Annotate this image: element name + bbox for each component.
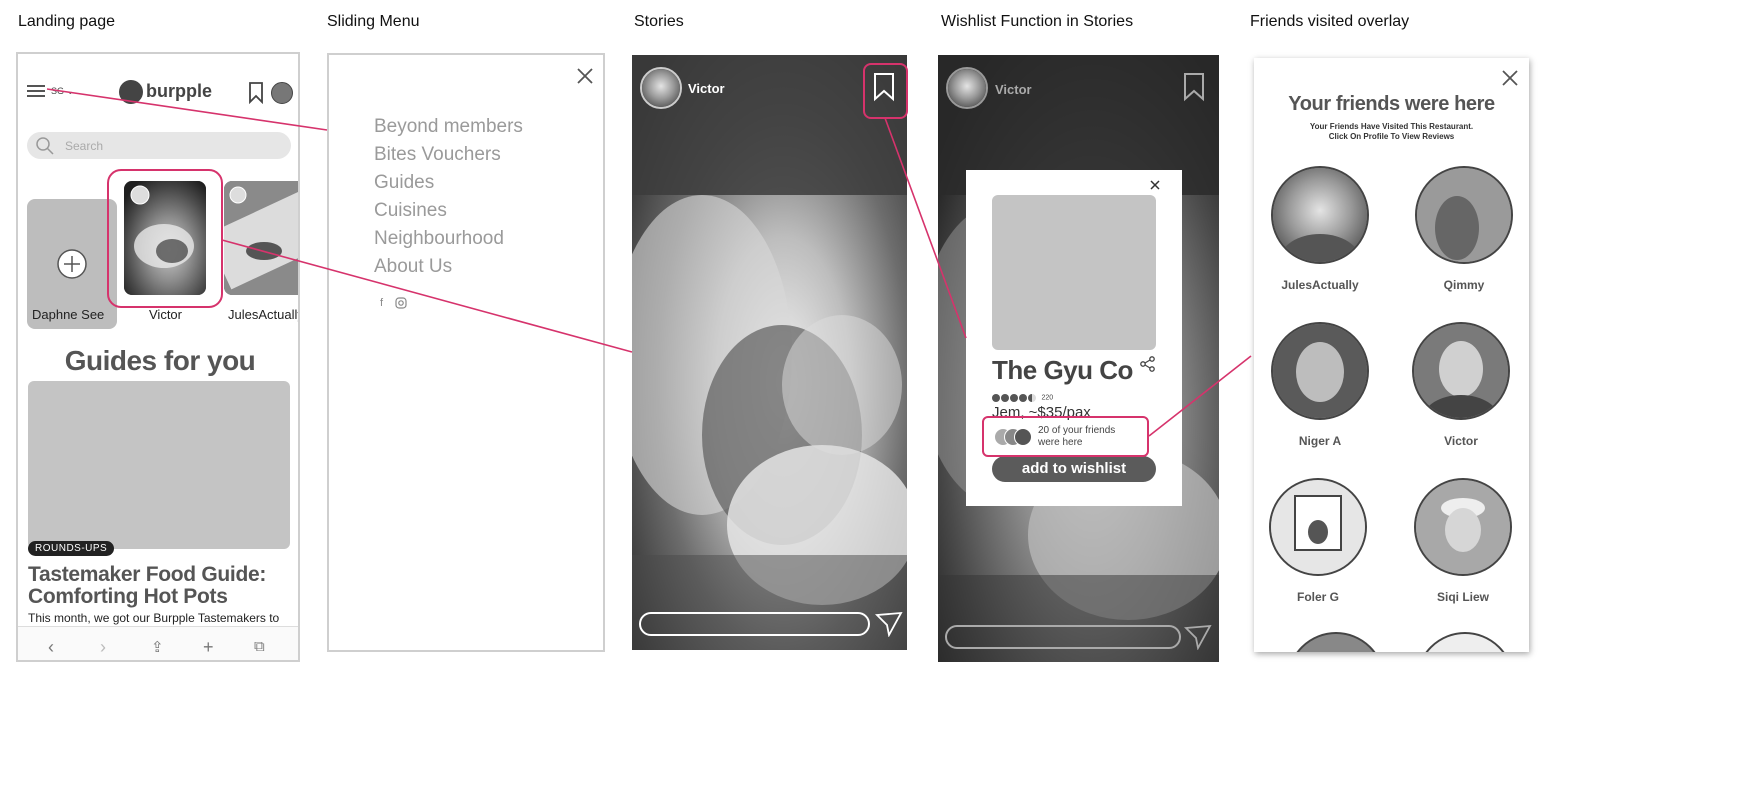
section-title-sliding-menu: Sliding Menu: [327, 13, 420, 30]
add-to-wishlist-button[interactable]: add to wishlist: [992, 456, 1156, 482]
friend-profile[interactable]: Foler G: [1258, 478, 1378, 604]
reply-input[interactable]: [945, 625, 1181, 649]
story-label-julesactually: JulesActually: [228, 307, 300, 322]
facebook-icon[interactable]: f: [380, 297, 383, 309]
search-placeholder: Search: [65, 139, 104, 153]
new-tab-icon[interactable]: +: [203, 637, 214, 658]
sliding-menu-frame: Beyond members Bites Vouchers Guides Cui…: [327, 53, 605, 652]
landing-page-frame: SG ⌄ burpple Search Daphne See Victor Ju…: [16, 52, 300, 662]
menu-item-guides[interactable]: Guides: [374, 172, 434, 194]
friend-profile[interactable]: Qimmy: [1404, 166, 1524, 292]
friend-name: Foler G: [1296, 590, 1339, 604]
search-icon: [36, 137, 54, 155]
region-label: SG: [51, 86, 65, 96]
search-input[interactable]: Search: [27, 132, 291, 159]
story-label-daphne: Daphne See: [32, 307, 105, 322]
overlay-subtitle: Your Friends Have Visited This Restauran…: [1309, 122, 1474, 141]
friend-avatar: [1414, 478, 1512, 576]
region-selector[interactable]: SG ⌄: [51, 86, 74, 97]
friend-avatar: [1412, 322, 1510, 420]
browser-toolbar: ‹ › ⇪ + ⧉: [18, 626, 298, 660]
friend-profile[interactable]: Victor: [1401, 322, 1521, 448]
section-title-stories: Stories: [634, 13, 684, 30]
story-user-avatar[interactable]: [640, 67, 682, 109]
friend-avatar: [1271, 166, 1369, 264]
friend-avatar: [1415, 166, 1513, 264]
menu-item-neighbourhood[interactable]: Neighbourhood: [374, 228, 504, 250]
menu-item-bites[interactable]: Bites Vouchers: [374, 144, 501, 166]
restaurant-image: [992, 195, 1156, 350]
hamburger-menu-icon[interactable]: [27, 82, 45, 100]
share-icon[interactable]: ⇪: [151, 638, 164, 656]
wishlist-story-frame: Victor The Gyu Co 220 Jem, ~$35/pax 20 o…: [938, 55, 1219, 662]
friend-profile[interactable]: Niger A: [1260, 322, 1380, 448]
friend-profile[interactable]: JulesActually: [1260, 166, 1380, 292]
story-frame: Victor: [632, 55, 907, 650]
share-icon[interactable]: [1140, 356, 1156, 372]
forward-icon[interactable]: ›: [100, 637, 106, 658]
story-thumb-julesactually[interactable]: [224, 181, 298, 295]
guide-image[interactable]: [28, 381, 290, 549]
logo-text: burpple: [146, 81, 212, 101]
bookmark-icon[interactable]: [248, 82, 264, 104]
article-subtitle: This month, we got our Burpple Tastemake…: [28, 611, 280, 625]
menu-item-beyond[interactable]: Beyond members: [374, 116, 523, 138]
story-username: Victor: [995, 82, 1032, 97]
friend-avatar[interactable]: [1287, 632, 1385, 652]
restaurant-name: The Gyu Co: [992, 355, 1133, 385]
burpple-logo-icon: [119, 80, 143, 104]
avatar-photo: [642, 69, 680, 107]
friend-avatar: [1271, 322, 1369, 420]
story-username: Victor: [688, 81, 725, 96]
highlight-victor-story: [107, 169, 223, 308]
friend-name: Qimmy: [1443, 278, 1485, 292]
article-title[interactable]: Tastemaker Food Guide: Comforting Hot Po…: [28, 564, 298, 608]
back-icon[interactable]: ‹: [48, 637, 54, 658]
story-user-avatar[interactable]: [946, 67, 988, 109]
friend-name: JulesActually: [1281, 278, 1359, 292]
friend-name: Niger A: [1298, 434, 1342, 448]
bookmark-icon[interactable]: [1182, 72, 1206, 102]
reply-input[interactable]: [639, 612, 870, 636]
highlight-bookmark: [863, 63, 908, 119]
close-icon[interactable]: [576, 67, 594, 85]
close-icon[interactable]: [1501, 69, 1519, 87]
section-title-wishlist: Wishlist Function in Stories: [941, 13, 1134, 30]
profile-avatar[interactable]: [271, 82, 293, 104]
story-photo: [632, 55, 907, 650]
category-badge: ROUNDS-UPS: [28, 541, 115, 556]
section-title-landing: Landing page: [18, 13, 115, 30]
friends-overlay: Your friends were here Your Friends Have…: [1254, 58, 1529, 652]
story-label-victor: Victor: [149, 307, 182, 322]
highlight-friends-visited: [982, 416, 1149, 457]
instagram-icon[interactable]: [395, 297, 407, 309]
rating-count: 220: [1041, 394, 1054, 402]
tabs-icon[interactable]: ⧉: [254, 638, 265, 655]
friend-avatar: [1269, 478, 1367, 576]
menu-item-cuisines[interactable]: Cuisines: [374, 200, 447, 222]
friend-profile[interactable]: Siqi Liew: [1403, 478, 1523, 604]
friend-avatar[interactable]: [1416, 632, 1514, 652]
guides-heading: Guides for you: [64, 345, 256, 376]
menu-item-about[interactable]: About Us: [374, 256, 452, 278]
friend-name: Siqi Liew: [1436, 590, 1489, 604]
send-icon[interactable]: [875, 611, 903, 637]
friend-name: Victor: [1444, 434, 1478, 448]
overlay-title: Your friends were here: [1288, 93, 1495, 115]
send-icon[interactable]: [1184, 624, 1212, 650]
food-photo: [224, 181, 298, 295]
chevron-down-icon: ⌄: [64, 86, 75, 96]
section-title-friends-overlay: Friends visited overlay: [1250, 13, 1410, 30]
avatar-photo: [948, 69, 986, 107]
close-icon[interactable]: [1149, 179, 1161, 191]
plus-circle-icon: [57, 249, 87, 279]
